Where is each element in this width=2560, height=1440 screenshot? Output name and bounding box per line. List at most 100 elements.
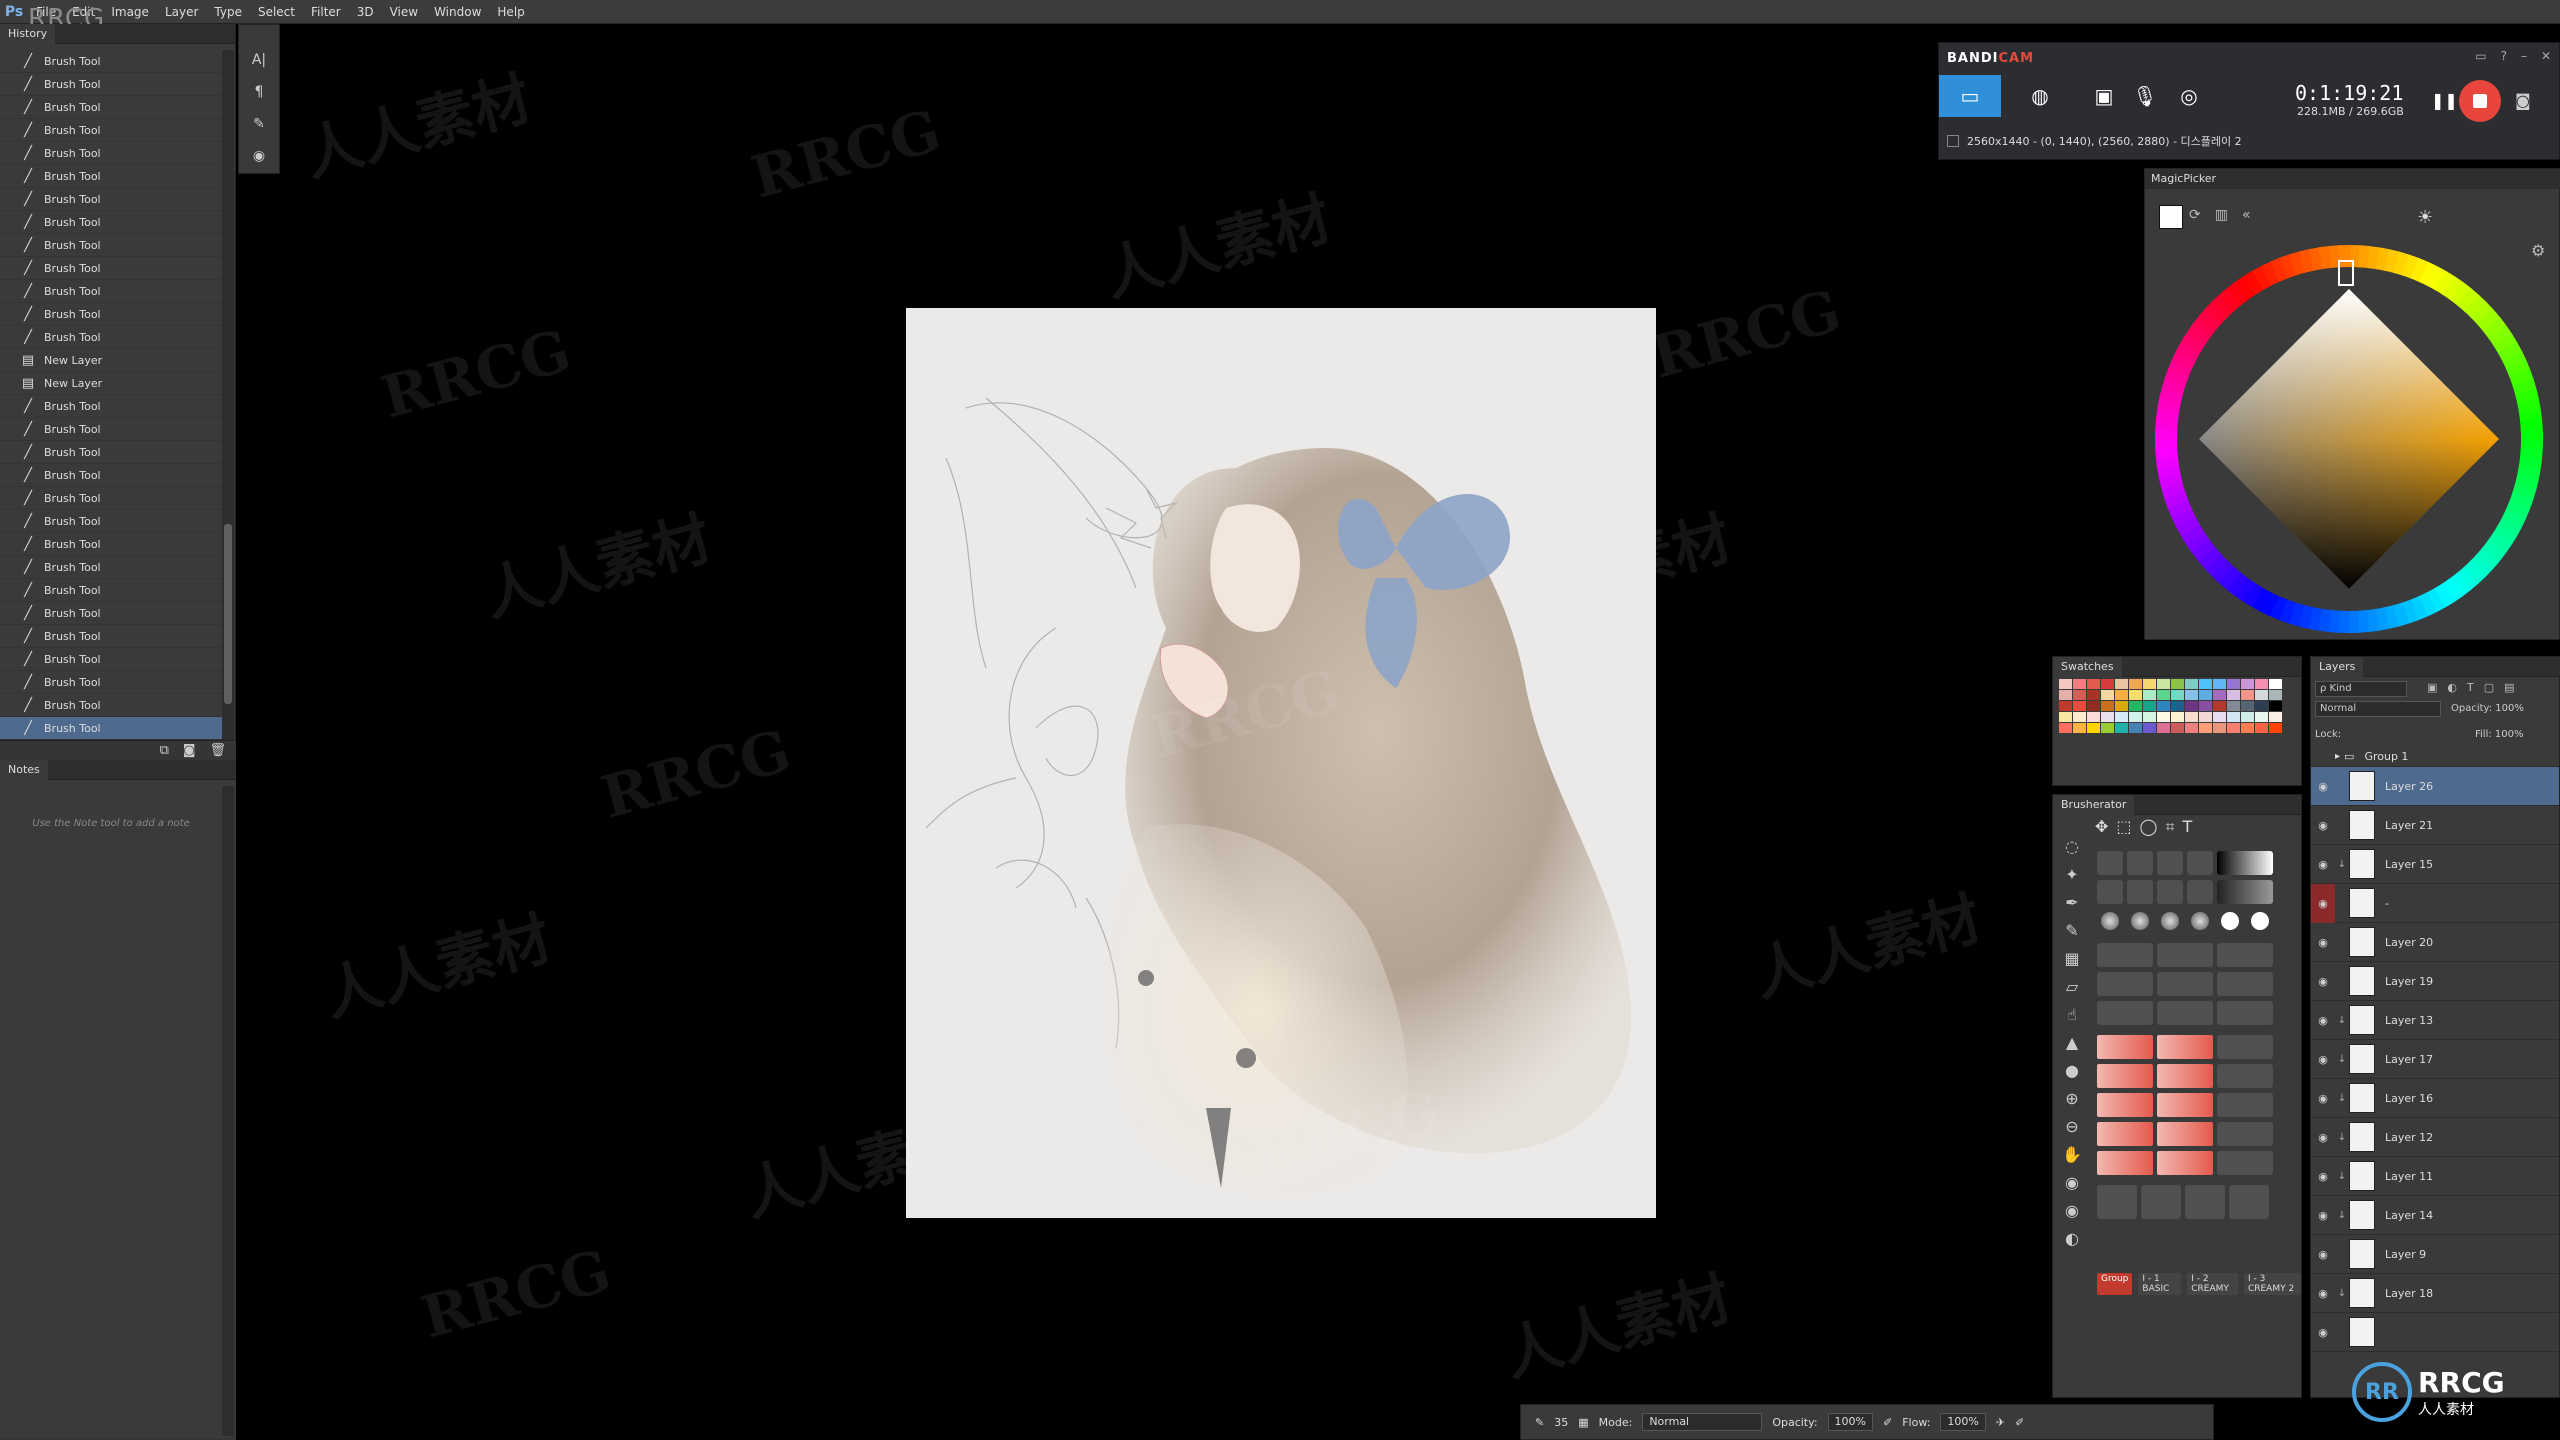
history-snapshot-checkbox[interactable] [0, 602, 18, 625]
history-item[interactable]: ╱ Brush Tool [0, 418, 222, 441]
layer-name[interactable]: Layer 14 [2385, 1209, 2559, 1222]
history-snapshot-checkbox[interactable] [0, 165, 18, 188]
history-item[interactable]: ╱ Brush Tool [0, 694, 222, 717]
crop-tool-icon[interactable]: ⌗ [2165, 817, 2174, 837]
color-swatch[interactable] [2073, 712, 2086, 722]
quick-mask-icon[interactable]: ◐ [2065, 1229, 2079, 1248]
color-swatch[interactable] [2171, 701, 2184, 711]
watercolor-stroke-preset[interactable] [2097, 1122, 2153, 1146]
history-snapshot-checkbox[interactable] [0, 372, 18, 395]
eye-icon[interactable]: ◉ [2311, 858, 2335, 871]
history-item[interactable]: ╱ Brush Tool [0, 441, 222, 464]
collapse-icon[interactable]: « [2242, 207, 2251, 223]
watercolor-stroke-preset[interactable] [2097, 1151, 2153, 1175]
history-snapshot-checkbox[interactable] [0, 418, 18, 441]
history-item[interactable]: ╱ Brush Tool [0, 625, 222, 648]
stroke-preset[interactable] [2157, 972, 2213, 996]
mic-button[interactable]: 🎙 [2129, 75, 2161, 117]
brush-preset-icon[interactable]: ✎ [245, 111, 273, 137]
color-swatch[interactable] [2171, 679, 2184, 689]
color-swatch[interactable] [2143, 712, 2156, 722]
history-item[interactable]: ╱ Brush Tool [0, 533, 222, 556]
color-swatch[interactable] [2059, 712, 2072, 722]
dodge-icon[interactable]: ● [2065, 1061, 2079, 1080]
history-item[interactable]: ╱ Brush Tool [0, 510, 222, 533]
texture-preset[interactable] [2217, 1093, 2273, 1117]
notes-scrollbar[interactable] [222, 786, 234, 1436]
layer-thumbnail[interactable] [2349, 966, 2375, 996]
history-snapshot-checkbox[interactable] [0, 671, 18, 694]
visibility-icon[interactable]: ◉ [2065, 1201, 2079, 1220]
layer-name[interactable]: Layer 9 [2385, 1248, 2559, 1261]
history-item[interactable]: ╱ Brush Tool [0, 188, 222, 211]
menu-image[interactable]: Image [103, 0, 157, 24]
layer-row[interactable]: ◉ ↓ Layer 13 [2311, 1001, 2559, 1040]
layer-name[interactable]: Layer 17 [2385, 1053, 2559, 1066]
layer-thumbnail[interactable] [2349, 1239, 2375, 1269]
color-swatch[interactable] [2101, 679, 2114, 689]
clone-source-icon[interactable]: ◉ [245, 143, 273, 169]
history-snapshot-checkbox[interactable] [0, 533, 18, 556]
brush-preset[interactable] [2127, 851, 2153, 875]
gradient-preset[interactable] [2217, 880, 2273, 904]
leaf-brush-preset[interactable] [2229, 1185, 2269, 1219]
ellipse-tool-icon[interactable]: ◯ [2140, 817, 2158, 837]
layer-row[interactable]: ◉ ↓ Layer 15 [2311, 845, 2559, 884]
tab-layers[interactable]: Layers [2311, 656, 2364, 677]
color-swatch[interactable] [2185, 723, 2198, 733]
layer-row[interactable]: ◉ Layer 21 [2311, 806, 2559, 845]
opacity-value[interactable]: 100% [2495, 703, 2524, 714]
color-swatch[interactable] [2213, 679, 2226, 689]
eye-icon[interactable]: ◉ [2311, 780, 2335, 793]
color-swatch[interactable] [2143, 701, 2156, 711]
color-swatch[interactable] [2087, 712, 2100, 722]
color-swatch[interactable] [2227, 712, 2240, 722]
stroke-preset[interactable] [2097, 943, 2153, 967]
color-swatch[interactable] [2227, 723, 2240, 733]
layer-thumbnail[interactable] [2349, 1161, 2375, 1191]
eye-icon[interactable]: ◉ [2311, 1326, 2335, 1339]
watercolor-stroke-preset[interactable] [2097, 1093, 2153, 1117]
pressure-size-icon[interactable]: ✐ [2015, 1416, 2024, 1429]
history-item[interactable]: ▤ New Layer [0, 372, 222, 395]
new-document-icon[interactable]: ⧉ [160, 743, 169, 758]
menu-view[interactable]: View [382, 0, 426, 24]
history-item[interactable]: ╱ Brush Tool [0, 234, 222, 257]
leaf-brush-preset[interactable] [2185, 1185, 2225, 1219]
color-swatch[interactable] [2241, 712, 2254, 722]
brush-preset[interactable] [2157, 851, 2183, 875]
color-swatch[interactable] [2255, 690, 2268, 700]
color-swatch[interactable] [2269, 712, 2282, 722]
history-snapshot-checkbox[interactable] [0, 142, 18, 165]
color-swatch[interactable] [2115, 712, 2128, 722]
color-swatch[interactable] [2073, 701, 2086, 711]
watercolor-stroke-preset[interactable] [2157, 1035, 2213, 1059]
menu-type[interactable]: Type [206, 0, 250, 24]
history-item[interactable]: ▤ New Layer [0, 349, 222, 372]
color-swatch[interactable] [2157, 701, 2170, 711]
color-swatch[interactable] [2143, 690, 2156, 700]
color-swatch[interactable] [2241, 701, 2254, 711]
stroke-preset[interactable] [2217, 1001, 2273, 1025]
brush-group-label[interactable]: Group [2097, 1273, 2133, 1295]
menu-3d[interactable]: 3D [349, 0, 382, 24]
round-brush-preset[interactable] [2127, 909, 2153, 933]
history-snapshot-checkbox[interactable] [0, 556, 18, 579]
pause-icon[interactable]: ❚❚ [2431, 91, 2458, 110]
color-swatch[interactable] [2269, 690, 2282, 700]
color-swatch[interactable] [2129, 723, 2142, 733]
blend-mode-select[interactable]: Normal [2315, 701, 2441, 717]
move-tool-icon[interactable]: ✥ [2095, 817, 2108, 837]
screenshot-camera-icon[interactable]: ◙ [2515, 91, 2531, 110]
help-icon[interactable]: ? [2501, 49, 2507, 63]
opacity-input[interactable]: 100% [1827, 1413, 1873, 1431]
history-snapshot-checkbox[interactable] [0, 303, 18, 326]
history-scroll-thumb[interactable] [224, 524, 232, 704]
smart-object-filter-icon[interactable]: ▤ [2504, 681, 2514, 694]
color-swatch[interactable] [2199, 679, 2212, 689]
brush-group-label[interactable]: I - 3 CREAMY 2 [2243, 1273, 2301, 1295]
color-swatch[interactable] [2143, 723, 2156, 733]
layer-row[interactable]: ◉ ↓ Layer 16 [2311, 1079, 2559, 1118]
color-swatch[interactable] [2059, 723, 2072, 733]
layer-name[interactable]: Layer 16 [2385, 1092, 2559, 1105]
